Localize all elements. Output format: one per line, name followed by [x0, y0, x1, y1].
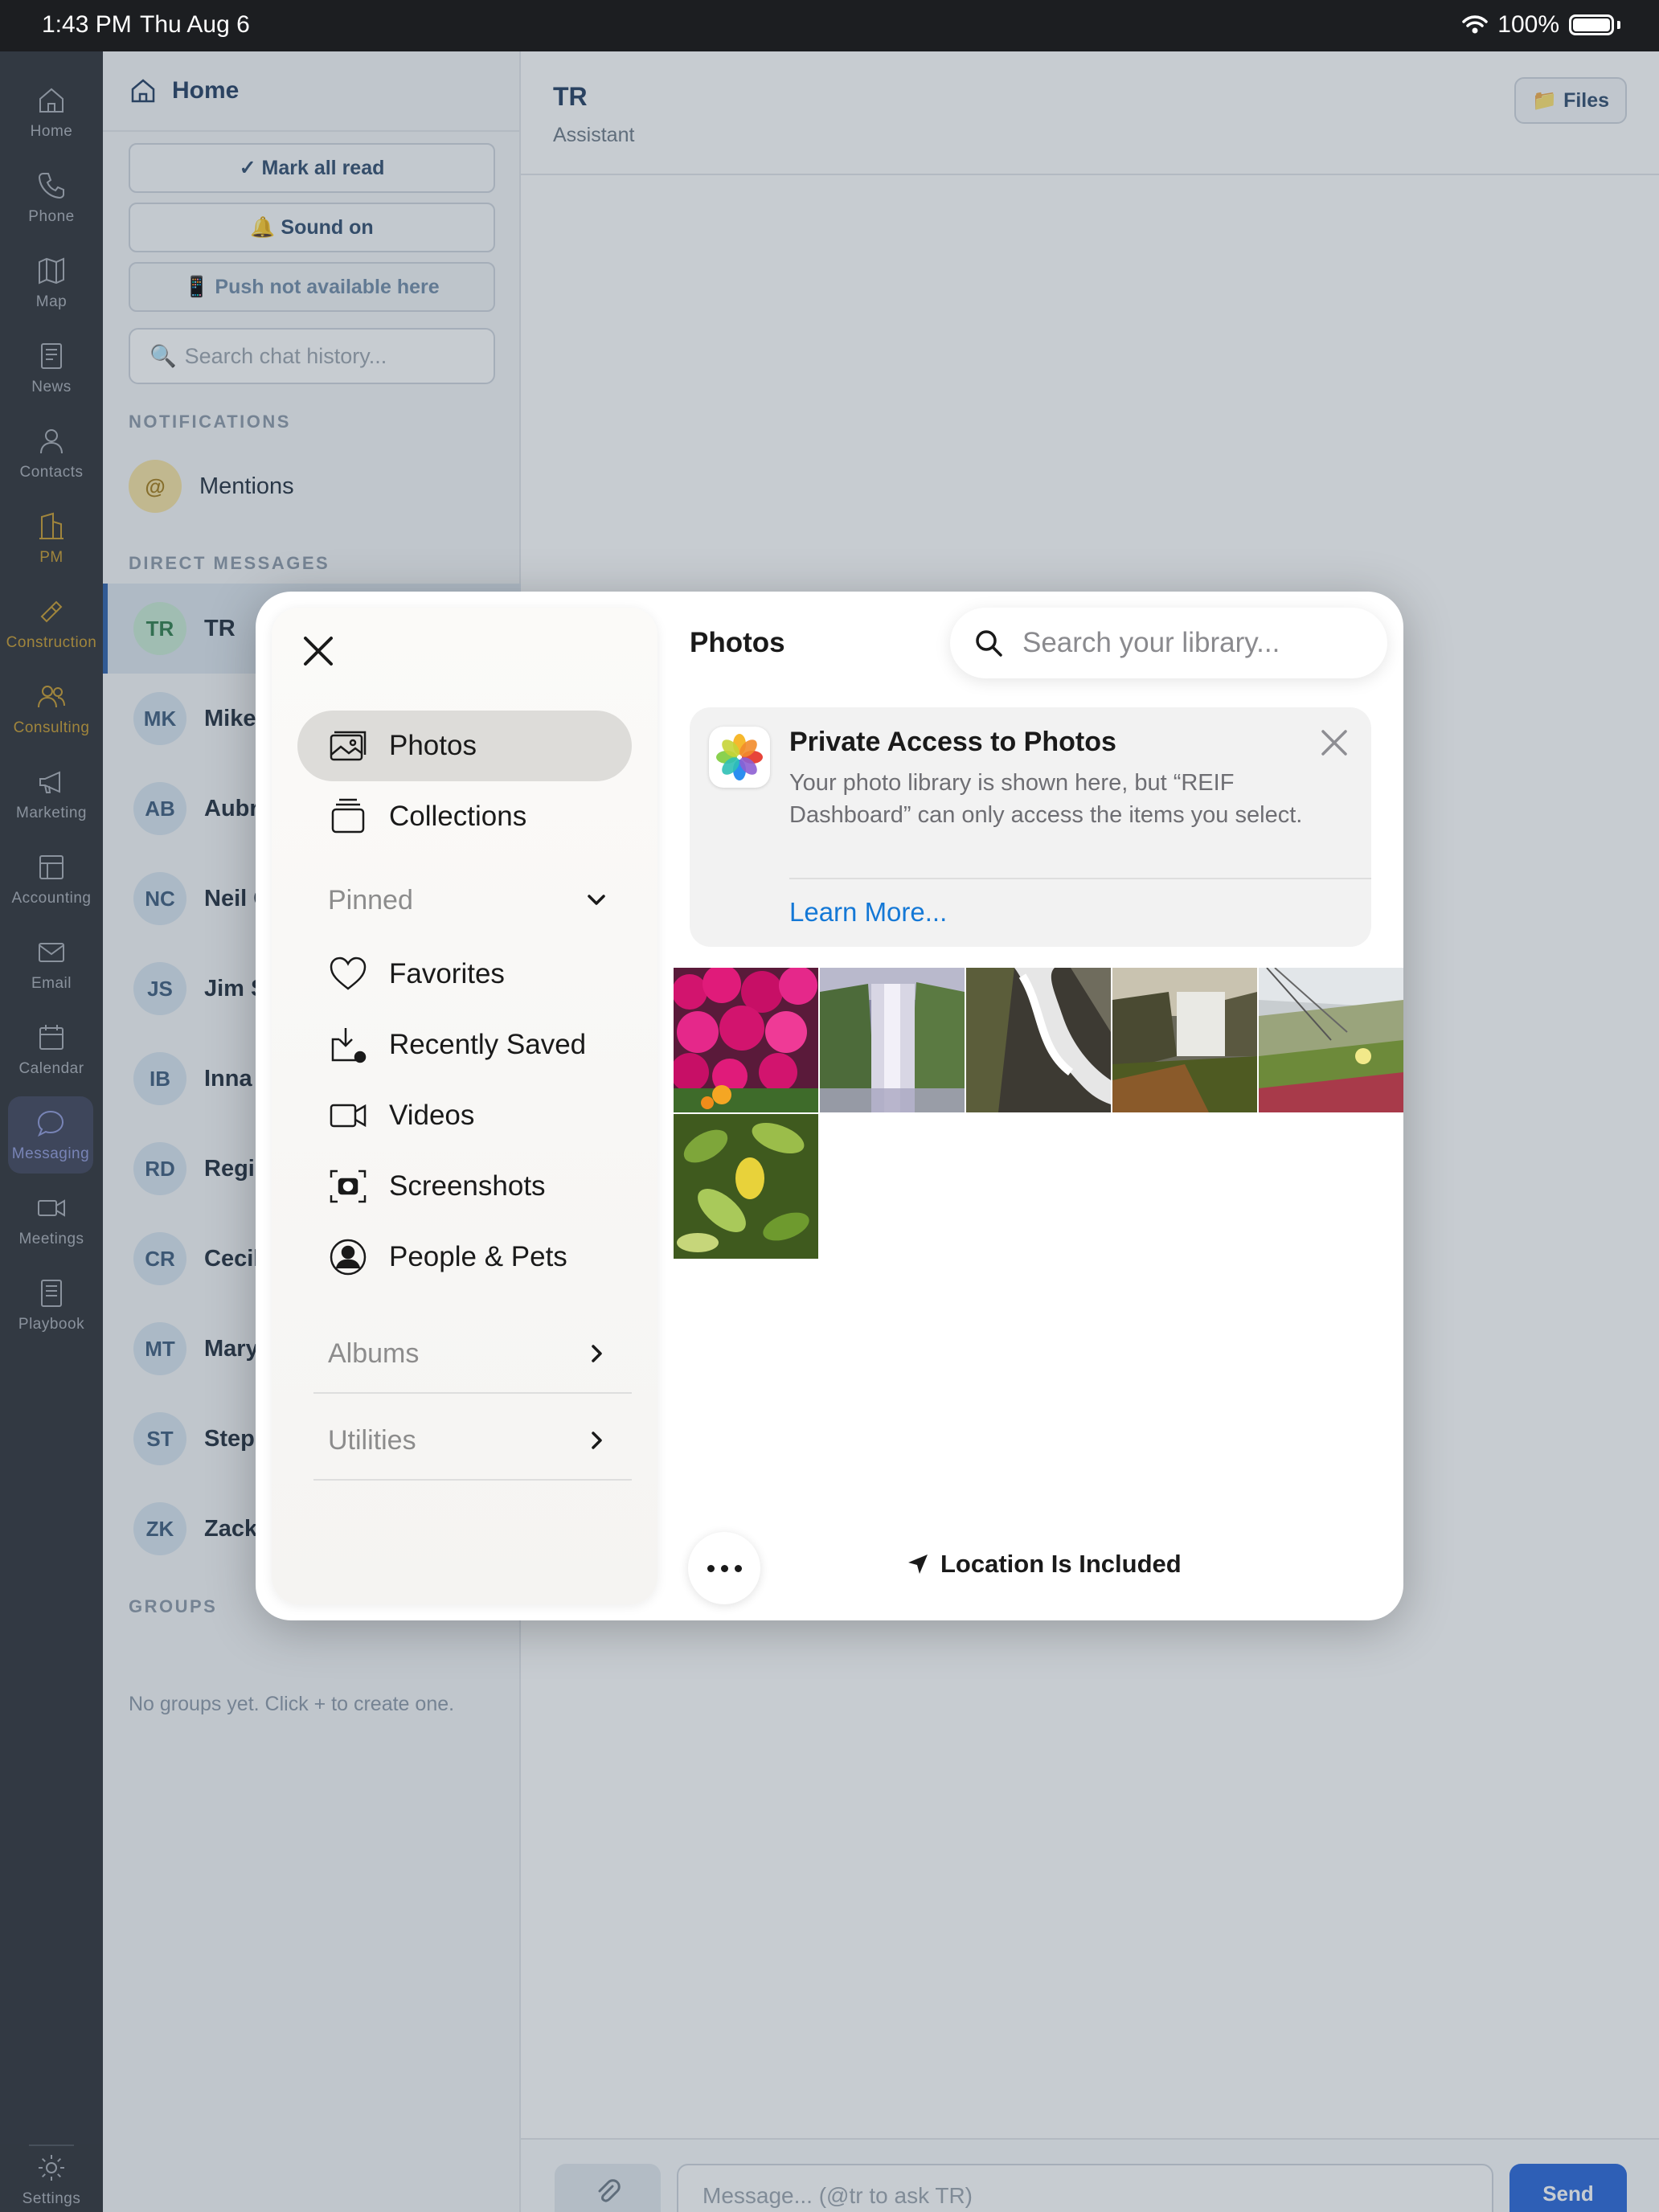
status-time: 1:43 PM — [42, 11, 132, 38]
photo-thumbnail[interactable] — [1112, 968, 1257, 1112]
nav-label: Collections — [389, 801, 527, 832]
battery-tip — [1617, 21, 1620, 29]
ellipsis-icon — [720, 1564, 728, 1572]
utilities-label: Utilities — [328, 1424, 416, 1456]
status-bar: 1:43 PM Thu Aug 6 100% — [0, 0, 1659, 51]
person-circle-icon — [330, 1239, 367, 1276]
nav-label: Photos — [389, 730, 477, 761]
heart-icon — [330, 956, 367, 990]
photo-thumbnail[interactable] — [674, 1114, 818, 1259]
ellipsis-icon — [734, 1564, 742, 1572]
picker-nav-collections[interactable]: Collections — [297, 781, 632, 852]
photo-thumbnail[interactable] — [820, 968, 965, 1112]
banner-body: Your photo library is shown here, but “R… — [789, 770, 1303, 828]
picker-nav-screenshots[interactable]: Screenshots — [297, 1151, 632, 1222]
nav-label: Videos — [389, 1100, 475, 1131]
picker-nav-videos[interactable]: Videos — [297, 1080, 632, 1151]
wifi-icon — [1462, 15, 1489, 34]
photo-thumbnail[interactable] — [1259, 968, 1403, 1112]
more-options-button[interactable] — [688, 1532, 760, 1604]
chevron-right-icon — [592, 1432, 602, 1449]
nav-label: Screenshots — [389, 1170, 546, 1202]
albums-label: Albums — [328, 1337, 420, 1369]
photos-icon — [330, 731, 367, 761]
albums-section-header[interactable]: Albums — [297, 1321, 632, 1386]
photos-app-icon — [709, 727, 770, 788]
picker-title: Photos — [690, 627, 785, 658]
close-button[interactable] — [296, 629, 341, 674]
battery-icon — [1569, 14, 1614, 35]
status-right: 100% — [1462, 11, 1620, 39]
photo-thumbnail[interactable] — [674, 968, 818, 1112]
divider — [313, 1479, 632, 1481]
recently-saved-icon — [331, 1028, 367, 1063]
ellipsis-icon — [707, 1564, 715, 1572]
pinned-section-header[interactable]: Pinned — [297, 868, 632, 932]
chevron-right-icon — [592, 1345, 602, 1362]
picker-nav-people-pets[interactable]: People & Pets — [297, 1222, 632, 1292]
utilities-section-header[interactable]: Utilities — [297, 1408, 632, 1473]
close-icon[interactable] — [1317, 725, 1352, 760]
nav-label: People & Pets — [389, 1241, 567, 1272]
video-camera-icon — [330, 1104, 367, 1128]
close-icon — [304, 637, 333, 666]
picker-nav-recently-saved[interactable]: Recently Saved — [297, 1010, 632, 1080]
learn-more-link[interactable]: Learn More... — [789, 897, 947, 928]
divider — [789, 878, 1371, 879]
picker-nav-favorites[interactable]: Favorites — [297, 939, 632, 1010]
pinned-label: Pinned — [328, 884, 413, 916]
battery-percent: 100% — [1497, 11, 1559, 38]
picker-nav-photos[interactable]: Photos — [297, 711, 632, 781]
location-arrow-icon — [908, 1555, 928, 1574]
nav-label: Recently Saved — [389, 1029, 587, 1060]
status-date: Thu Aug 6 — [140, 11, 250, 38]
location-label: Location Is Included — [940, 1550, 1182, 1578]
photo-picker: Photos Collections Pinned Favorites Rece… — [256, 592, 1403, 1620]
location-included-toggle[interactable]: Location Is Included — [907, 1550, 1182, 1579]
picker-sidebar: Photos Collections Pinned Favorites Rece… — [272, 608, 657, 1604]
chevron-down-icon — [588, 895, 605, 905]
library-search-input[interactable]: Search your library... — [950, 608, 1387, 678]
banner-title: Private Access to Photos — [789, 727, 1116, 757]
search-placeholder: Search your library... — [1022, 627, 1280, 658]
screenshot-icon — [330, 1169, 367, 1203]
divider — [313, 1392, 632, 1394]
photo-thumbnail[interactable] — [966, 968, 1111, 1112]
search-icon — [976, 630, 1002, 657]
private-access-banner: Private Access to Photos Your photo libr… — [690, 707, 1371, 947]
nav-label: Favorites — [389, 958, 505, 989]
collections-icon — [331, 798, 365, 834]
